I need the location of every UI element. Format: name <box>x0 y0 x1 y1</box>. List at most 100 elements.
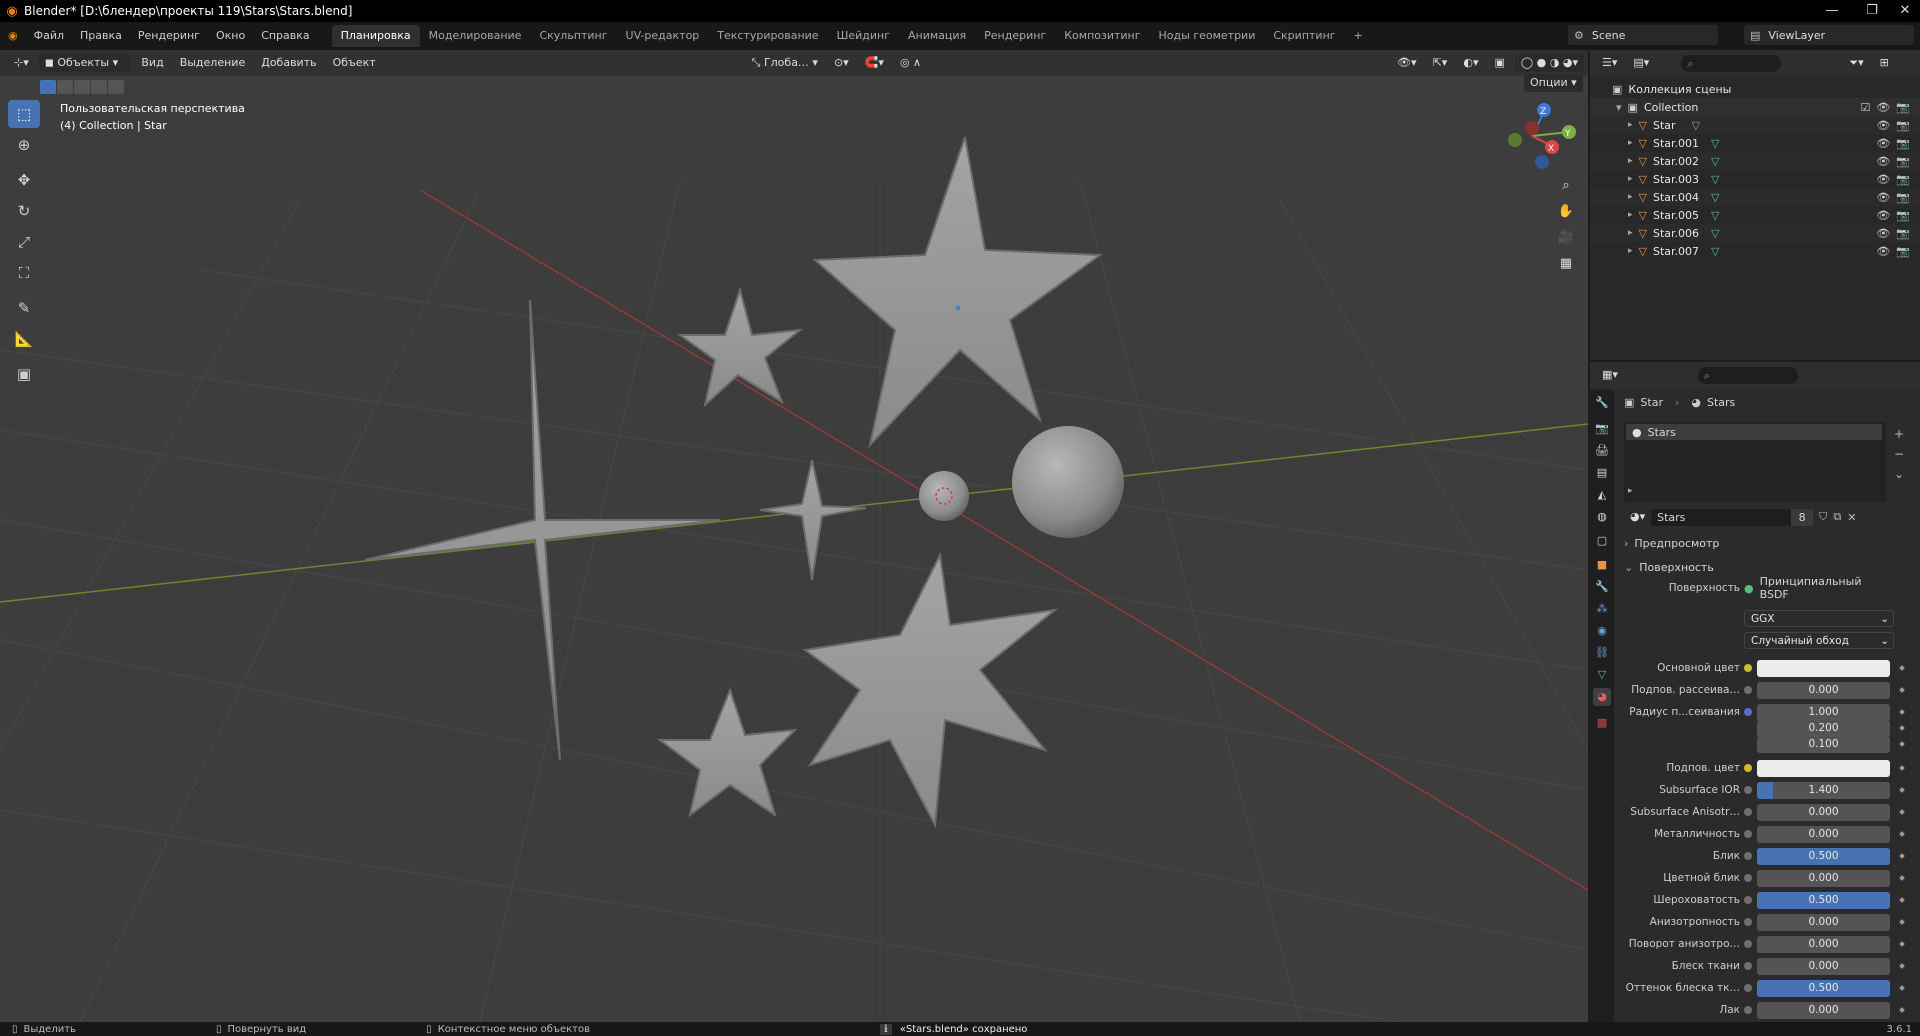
socket-dot-icon[interactable] <box>1744 940 1752 948</box>
outliner-collection-row[interactable]: ▾ ▣ Collection ☑ 👁 📷 <box>1590 98 1920 116</box>
eye-icon[interactable]: 👁 <box>1876 227 1890 240</box>
mode-selector[interactable]: ◼ Объекты ▾ <box>38 54 132 72</box>
socket-dot-icon[interactable] <box>1744 808 1752 816</box>
options-button[interactable]: Опции ▾ <box>1524 74 1583 92</box>
modifier-tab-icon[interactable]: 🔧 <box>1593 578 1611 596</box>
view-layer-selector[interactable]: ▤ ViewLayer <box>1744 25 1914 45</box>
tab-modeling[interactable]: Моделирование <box>420 25 531 47</box>
tab-rendering[interactable]: Рендеринг <box>975 25 1055 47</box>
property-field[interactable]: 0.000 <box>1757 935 1890 953</box>
output-tab-icon[interactable]: 🖨 <box>1593 442 1611 460</box>
slot-menu-icon[interactable]: ⌄ <box>1894 464 1904 484</box>
sphere-small[interactable] <box>919 471 969 521</box>
pan-hand-icon[interactable]: ✋ <box>1553 198 1579 224</box>
menu-object[interactable]: Объект <box>327 54 382 72</box>
xray-icon[interactable]: ▣ <box>1488 54 1510 72</box>
property-field[interactable]: 1.400 <box>1757 781 1890 799</box>
restore-button[interactable]: ❐ <box>1850 0 1894 22</box>
socket-dot-icon[interactable] <box>1744 686 1752 694</box>
camera-icon[interactable]: 📷 <box>1896 227 1910 240</box>
annotate-tool-icon[interactable]: ✎ <box>8 294 40 322</box>
tab-uv-editing[interactable]: UV-редактор <box>617 25 709 47</box>
transform-tool-icon[interactable]: ⛶ <box>8 259 40 287</box>
tab-shading[interactable]: Шейдинг <box>828 25 899 47</box>
outliner-editor-type-icon[interactable]: ☰▾ <box>1596 54 1623 72</box>
socket-dot-icon[interactable] <box>1744 874 1752 882</box>
3d-viewport[interactable]: Z Y X ⊹▾ ◼ Объекты ▾ Вид Выделение Добав… <box>0 50 1588 1022</box>
tab-layout[interactable]: Планировка <box>331 25 420 47</box>
checkbox-icon[interactable]: ☑ <box>1860 101 1870 114</box>
expand-arrow-icon[interactable]: ▸ <box>1628 210 1633 220</box>
view-layer-tab-icon[interactable]: ▤ <box>1593 464 1611 482</box>
keyframe-icon[interactable] <box>1899 897 1905 903</box>
pivot-point-icon[interactable]: ⊙▾ <box>828 54 855 72</box>
add-cube-tool-icon[interactable]: ▣ <box>8 360 40 388</box>
menu-edit[interactable]: Правка <box>72 22 130 50</box>
property-field[interactable] <box>1757 759 1890 777</box>
five-point-star-large[interactable] <box>812 136 1103 449</box>
overlays-icon[interactable]: ◐▾ <box>1457 54 1484 72</box>
blender-menu-icon[interactable]: ◉ <box>0 22 26 50</box>
scene-selector[interactable]: ⚙ Scene <box>1568 25 1718 45</box>
property-field[interactable]: 0.000 <box>1757 1001 1890 1019</box>
user-count[interactable]: 8 <box>1791 508 1814 526</box>
eye-icon[interactable]: 👁 <box>1876 209 1890 222</box>
gizmo-toggle-icon[interactable]: ⇱▾ <box>1427 54 1454 72</box>
fake-user-icon[interactable]: ⛉ <box>1819 510 1827 524</box>
eye-icon[interactable]: 👁 <box>1876 173 1890 186</box>
material-name-field[interactable]: Stars <box>1651 508 1792 526</box>
browse-material-icon[interactable]: ◕▾ <box>1624 508 1651 526</box>
expand-arrow-icon[interactable]: ▸ <box>1628 486 1633 496</box>
world-tab-icon[interactable]: ◍ <box>1593 508 1611 526</box>
keyframe-icon[interactable] <box>1899 787 1905 793</box>
property-field[interactable]: 0.000 <box>1757 825 1890 843</box>
sphere-large[interactable] <box>1012 426 1124 538</box>
property-field[interactable]: 0.000 <box>1757 803 1890 821</box>
proportional-edit-icon[interactable]: ◎ ∧ <box>894 54 927 72</box>
navigation-gizmo[interactable]: Z Y X <box>1508 103 1576 169</box>
remove-slot-icon[interactable]: − <box>1894 444 1904 464</box>
add-workspace-button[interactable]: + <box>1345 25 1372 47</box>
tab-scripting[interactable]: Скриптинг <box>1264 25 1344 47</box>
subsurface-method-dropdown[interactable]: Случайный обход ⌄ <box>1744 631 1894 649</box>
select-invert-icon[interactable] <box>91 80 107 94</box>
camera-icon[interactable]: 📷 <box>1896 191 1910 204</box>
keyframe-icon[interactable] <box>1899 709 1905 715</box>
select-intersect-icon[interactable] <box>108 80 124 94</box>
property-field[interactable]: 0.100 <box>1757 735 1890 753</box>
properties-search-input[interactable]: ⌕ <box>1697 366 1798 384</box>
scene-tab-icon[interactable]: ◭ <box>1593 486 1611 504</box>
socket-dot-icon[interactable] <box>1744 708 1752 716</box>
five-point-star-small-top[interactable] <box>676 286 804 408</box>
menu-help[interactable]: Справка <box>253 22 317 50</box>
menu-window[interactable]: Окно <box>208 22 253 50</box>
expand-arrow-icon[interactable]: ▸ <box>1628 138 1633 148</box>
tab-texture-paint[interactable]: Текстурирование <box>708 25 827 47</box>
tab-sculpting[interactable]: Скульптинг <box>530 25 616 47</box>
keyframe-icon[interactable] <box>1899 853 1905 859</box>
camera-icon[interactable]: 📷 <box>1896 209 1910 222</box>
property-field[interactable]: 0.500 <box>1757 891 1890 909</box>
collection-tab-icon[interactable]: ▢ <box>1593 532 1611 550</box>
keyframe-icon[interactable] <box>1899 665 1905 671</box>
socket-dot-icon[interactable] <box>1744 896 1752 904</box>
outliner-object-row[interactable]: ▸ ▽ Star.003 ▽ 👁 📷 <box>1590 170 1920 188</box>
socket-dot-icon[interactable] <box>1744 764 1752 772</box>
outliner-search-input[interactable]: ⌕ <box>1681 54 1782 72</box>
filter-icon[interactable]: ⏷▾ <box>1843 54 1869 72</box>
camera-icon[interactable]: 📷 <box>1896 119 1910 132</box>
expand-arrow-icon[interactable]: ▸ <box>1628 174 1633 184</box>
select-mode-buttons[interactable] <box>40 80 124 94</box>
measure-tool-icon[interactable]: 📐 <box>8 325 40 353</box>
socket-dot-icon[interactable] <box>1744 786 1752 794</box>
close-button[interactable]: ✕ <box>1890 0 1920 22</box>
constraints-tab-icon[interactable]: ⛓ <box>1593 644 1611 662</box>
expand-arrow-icon[interactable]: ▸ <box>1628 156 1633 166</box>
camera-view-icon[interactable]: 🎥 <box>1553 224 1579 250</box>
data-tab-icon[interactable]: ▽ <box>1593 666 1611 684</box>
five-point-star-bottom[interactable] <box>802 551 1059 829</box>
select-box-tool-icon[interactable]: ⬚ <box>8 100 40 128</box>
unlink-icon[interactable]: ✕ <box>1847 511 1856 524</box>
tool-tab-icon[interactable]: 🔧 <box>1593 394 1611 412</box>
particles-tab-icon[interactable]: ⁂ <box>1593 600 1611 618</box>
